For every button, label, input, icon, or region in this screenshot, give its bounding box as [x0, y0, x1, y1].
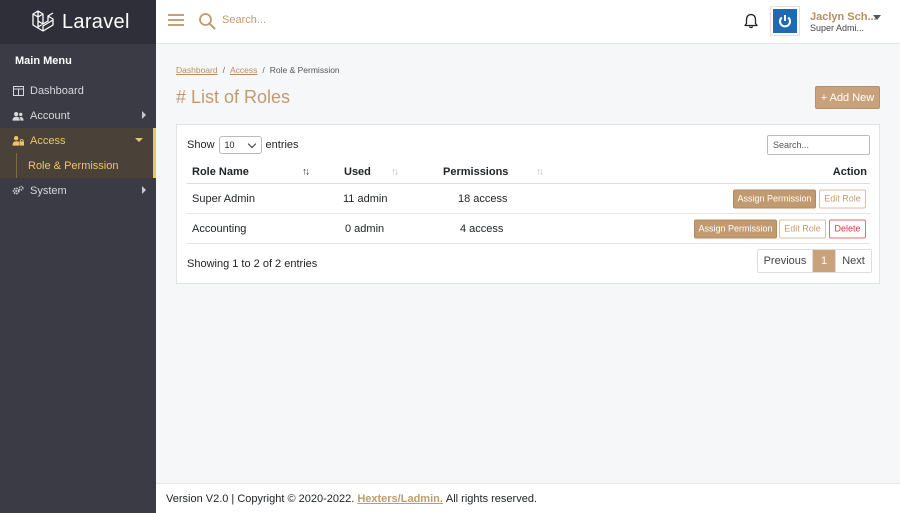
assign-permission-button[interactable]: Assign Permission	[694, 219, 777, 238]
breadcrumb-separator: /	[222, 65, 225, 75]
user-lock-icon	[12, 135, 24, 147]
sidebar-item-label: Dashboard	[30, 84, 84, 97]
chevron-right-icon	[142, 111, 146, 119]
hamburger-menu-icon[interactable]	[168, 14, 184, 27]
sidebar-subitem-role-permission[interactable]: Role & Permission	[16, 153, 153, 178]
laravel-logo-icon	[32, 10, 54, 32]
sort-icon[interactable]: ↑↓	[391, 166, 399, 177]
sidebar-submenu: Role & Permission	[0, 153, 156, 178]
entries-select[interactable]: 10	[218, 136, 262, 154]
breadcrumb-dashboard[interactable]: Dashboard	[176, 65, 218, 75]
sidebar-item-label: Access	[30, 134, 66, 147]
role-used: 11 admin	[343, 192, 388, 205]
sort-icon[interactable]: ↑↓	[302, 166, 310, 177]
role-permissions: 4 access	[460, 222, 504, 235]
entries-label: entries	[265, 139, 299, 151]
power-icon	[773, 9, 797, 33]
assign-permission-button[interactable]: Assign Permission	[733, 189, 816, 208]
brand[interactable]: Laravel	[0, 0, 156, 44]
breadcrumb: Dashboard / Access / Role & Permission	[176, 65, 340, 75]
sidebar-item-access[interactable]: Access	[0, 128, 156, 153]
chevron-down-icon	[135, 138, 143, 142]
entries-select-value: 10	[224, 140, 235, 150]
footer-link[interactable]: Hexters/Ladmin.	[357, 493, 443, 505]
user-role: Super Admi...	[810, 23, 865, 33]
table-header: Role Name ↑↓ Used ↑↓ Permissions ↑↓ Acti…	[187, 160, 870, 184]
pagination: Previous 1 Next	[757, 249, 872, 273]
sidebar-item-account[interactable]: Account	[0, 103, 156, 128]
edit-role-button[interactable]: Edit Role	[779, 219, 826, 238]
column-header-permissions[interactable]: Permissions	[443, 166, 508, 178]
role-used: 0 admin	[345, 222, 385, 235]
delete-button[interactable]: Delete	[829, 219, 866, 238]
table-row: Accounting 0 admin 4 access Assign Permi…	[187, 214, 870, 244]
column-header-role-name[interactable]: Role Name	[192, 166, 249, 178]
sidebar-title: Main Menu	[15, 55, 72, 67]
chevron-down-icon	[247, 139, 256, 149]
users-icon	[12, 110, 24, 122]
cogs-icon	[12, 185, 24, 197]
table-search-input[interactable]: Search...	[767, 135, 870, 155]
roles-card: Show 10 entries Search... Role Name ↑↓ U…	[176, 124, 880, 284]
user-name[interactable]: Jaclyn Sch...	[810, 11, 877, 23]
role-name: Accounting	[192, 222, 247, 235]
sidebar-item-system[interactable]: System	[0, 178, 156, 203]
table-row: Super Admin 11 admin 18 access Assign Pe…	[187, 184, 870, 214]
pagination-page-1[interactable]: 1	[813, 250, 835, 272]
search-input[interactable]: Search...	[222, 14, 266, 26]
footer-rights: All rights reserved.	[445, 492, 537, 505]
pagination-previous[interactable]: Previous	[758, 250, 813, 272]
breadcrumb-separator: /	[262, 65, 265, 75]
topbar: Search... Jaclyn Sch... Super Admi...	[156, 0, 900, 44]
column-header-used[interactable]: Used	[344, 166, 371, 178]
columns-icon	[12, 85, 24, 97]
breadcrumb-current: Role & Permission	[269, 65, 340, 75]
column-header-action: Action	[832, 165, 867, 178]
footer: Version V2.0 | Copyright © 2020-2022. He…	[156, 483, 900, 513]
avatar[interactable]	[770, 6, 800, 36]
sidebar-item-label: System	[30, 184, 67, 197]
add-new-button[interactable]: + Add New	[815, 86, 880, 109]
role-name: Super Admin	[192, 192, 255, 205]
footer-copyright: Version V2.0 | Copyright © 2020-2022.	[166, 492, 355, 505]
chevron-right-icon	[142, 186, 146, 194]
sidebar-item-dashboard[interactable]: Dashboard	[0, 78, 156, 103]
sidebar-item-label: Account	[30, 109, 70, 122]
brand-name: Laravel	[62, 10, 130, 33]
roles-table: Role Name ↑↓ Used ↑↓ Permissions ↑↓ Acti…	[187, 160, 870, 244]
sidebar: Laravel Main Menu Dashboard Account Acce…	[0, 0, 156, 513]
page-title: # List of Roles	[176, 87, 291, 107]
table-info: Showing 1 to 2 of 2 entries	[187, 258, 318, 270]
role-permissions: 18 access	[458, 192, 508, 205]
edit-role-button[interactable]: Edit Role	[819, 189, 866, 208]
length-control: Show 10 entries	[187, 136, 299, 154]
bell-icon[interactable]	[744, 13, 758, 29]
chevron-down-icon[interactable]	[873, 15, 881, 20]
show-label: Show	[187, 139, 215, 151]
pagination-next[interactable]: Next	[835, 250, 871, 272]
search-icon[interactable]	[198, 12, 216, 30]
sort-icon[interactable]: ↑↓	[536, 166, 544, 177]
breadcrumb-access[interactable]: Access	[230, 65, 257, 75]
